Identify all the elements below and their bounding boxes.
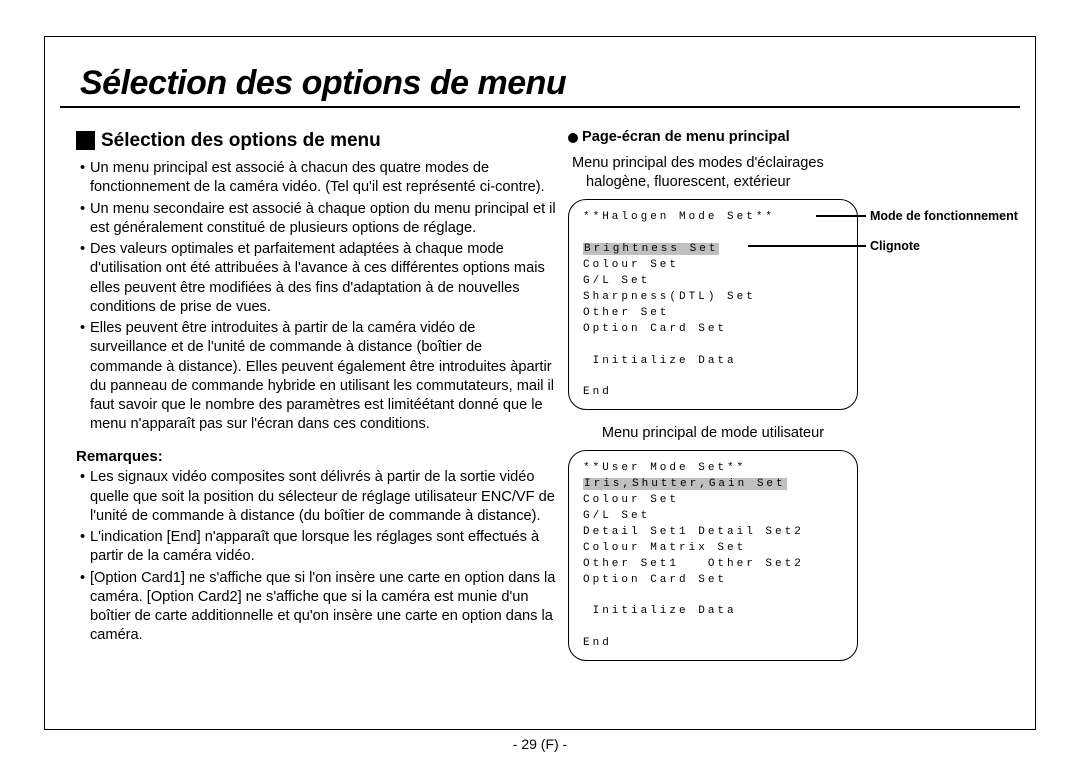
screen-init: Initialize Data	[583, 604, 845, 620]
intro-text: Menu principal des modes d'éclairages ha…	[572, 154, 1018, 193]
screen-title: **User Mode Set**	[583, 461, 845, 477]
screen-box-wrap-1: **Halogen Mode Set** Brightness Set Colo…	[568, 199, 858, 410]
bullet-item: L'indication [End] n'apparaît que lorsqu…	[80, 528, 556, 567]
bullet-item: Les signaux vidéo composites sont délivr…	[80, 468, 556, 526]
bullet-list-2: Les signaux vidéo composites sont délivr…	[76, 468, 556, 645]
screen-spacer	[583, 589, 845, 605]
screen-line: Other Set1 Other Set2	[583, 557, 845, 573]
leader-line	[748, 245, 866, 247]
sub-heading-text: Page-écran de menu principal	[582, 128, 790, 148]
screen-end: End	[583, 636, 845, 652]
annot-clignote: Clignote	[870, 238, 920, 255]
intro-line: Menu principal des modes d'éclairages	[572, 154, 1018, 174]
screen-line: Sharpness(DTL) Set	[583, 290, 845, 306]
square-icon	[76, 131, 95, 150]
annot-mode: Mode de fonctionnement	[870, 208, 1018, 225]
screen-line: Option Card Set	[583, 573, 845, 589]
page-title: Sélection des options de menu	[80, 64, 566, 103]
screen-line: G/L Set	[583, 509, 845, 525]
section-heading: Sélection des options de menu	[76, 128, 556, 153]
screen-line: Colour Set	[583, 493, 845, 509]
left-column: Sélection des options de menu Un menu pr…	[76, 128, 556, 714]
screen-box-wrap-2: **User Mode Set** Iris,Shutter,Gain Set …	[568, 450, 858, 661]
screen-box-halogen: **Halogen Mode Set** Brightness Set Colo…	[568, 199, 858, 410]
bullet-item: Des valeurs optimales et parfaitement ad…	[80, 240, 556, 317]
screen-line: Detail Set1 Detail Set2	[583, 525, 845, 541]
screen-highlight: Iris,Shutter,Gain Set	[583, 477, 845, 493]
page-number: - 29 (F) -	[513, 736, 567, 752]
remarks-label: Remarques:	[76, 447, 556, 467]
screen-line: Colour Matrix Set	[583, 541, 845, 557]
right-column: Page-écran de menu principal Menu princi…	[568, 128, 1018, 714]
screen-init: Initialize Data	[583, 354, 845, 370]
bullet-item: Un menu secondaire est associé à chaque …	[80, 200, 556, 239]
sub-heading: Page-écran de menu principal	[568, 128, 1018, 148]
section-heading-text: Sélection des options de menu	[101, 128, 381, 153]
screen-line: Option Card Set	[583, 322, 845, 338]
bullet-item: [Option Card1] ne s'affiche que si l'on …	[80, 569, 556, 646]
leader-line	[816, 215, 866, 217]
screen-spacer	[583, 369, 845, 385]
screen-end: End	[583, 385, 845, 401]
screen-box-user: **User Mode Set** Iris,Shutter,Gain Set …	[568, 450, 858, 661]
bullet-item: Un menu principal est associé à chacun d…	[80, 159, 556, 198]
screen-spacer	[583, 226, 845, 242]
screen-spacer	[583, 338, 845, 354]
screen-line: Other Set	[583, 306, 845, 322]
title-underline	[60, 106, 1020, 108]
user-mode-caption: Menu principal de mode utilisateur	[568, 424, 858, 444]
bullet-icon	[568, 133, 578, 143]
content-area: Sélection des options de menu Un menu pr…	[76, 128, 1018, 714]
screen-title: **Halogen Mode Set**	[583, 210, 845, 226]
bullet-list-1: Un menu principal est associé à chacun d…	[76, 159, 556, 435]
bullet-item: Elles peuvent être introduites à partir …	[80, 319, 556, 435]
intro-line: halogène, fluorescent, extérieur	[586, 173, 1018, 193]
screen-line: G/L Set	[583, 274, 845, 290]
screen-line: Colour Set	[583, 258, 845, 274]
screen-spacer	[583, 620, 845, 636]
